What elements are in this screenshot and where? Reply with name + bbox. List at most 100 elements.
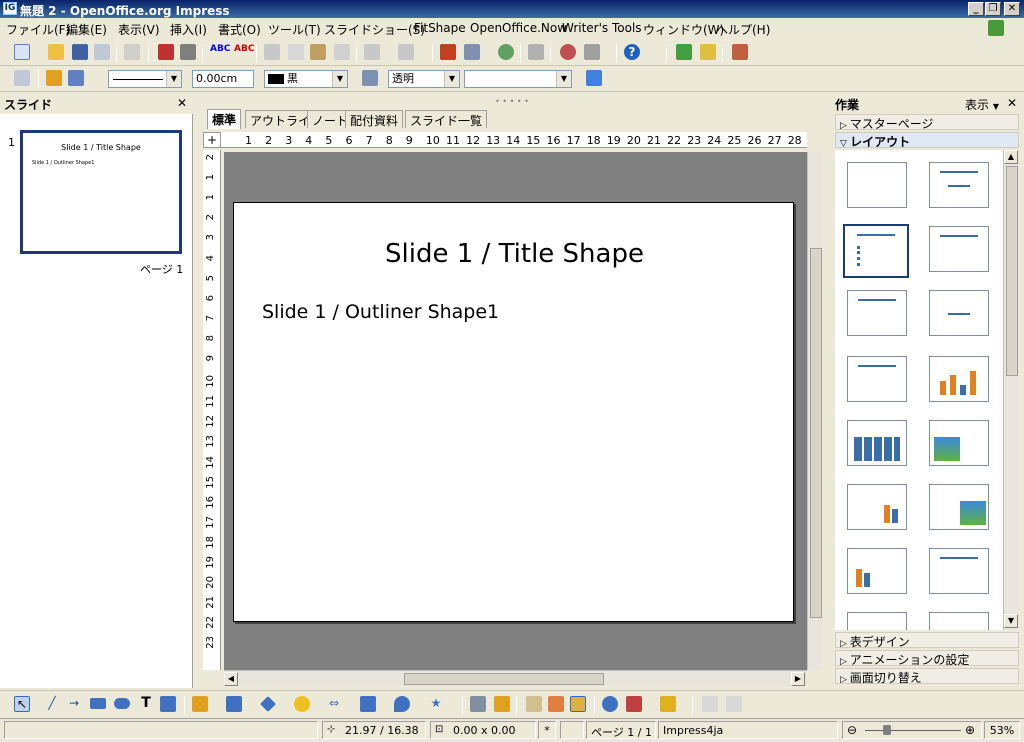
slideshow-icon[interactable] — [732, 44, 748, 60]
layout-title-text-clipart[interactable] — [929, 484, 989, 530]
area-fill-select[interactable]: ▼ — [464, 70, 572, 88]
maximize-button[interactable]: ❐ — [985, 2, 1001, 16]
horizontal-scrollbar[interactable]: ◀ ▶ — [224, 670, 807, 686]
area-fill-icon[interactable] — [362, 70, 378, 86]
layout-blank[interactable] — [847, 162, 907, 208]
chart-icon[interactable] — [440, 44, 456, 60]
fontwork-icon[interactable] — [526, 696, 542, 712]
from-file-icon[interactable] — [548, 696, 564, 712]
tasks-panel-close-icon[interactable]: ✕ — [1007, 96, 1017, 110]
open-folder-icon[interactable] — [48, 44, 64, 60]
scroll-left-icon[interactable]: ◀ — [224, 672, 238, 686]
layout-title-four[interactable] — [847, 612, 907, 630]
undo-icon[interactable] — [364, 44, 380, 60]
email-icon[interactable] — [94, 44, 110, 60]
callouts-icon[interactable] — [394, 696, 410, 712]
menu-insert[interactable]: 挿入(I) — [170, 21, 207, 38]
area-style-dropdown-icon[interactable]: ▼ — [444, 71, 459, 87]
help-icon[interactable]: ? — [624, 44, 640, 60]
layout-title-two-content[interactable] — [929, 226, 989, 272]
zoom-in-icon[interactable]: ⊕ — [965, 723, 975, 737]
extrusion-icon[interactable] — [702, 696, 718, 712]
menu-writers-tools[interactable]: Writer's Tools — [562, 21, 642, 35]
section-master-pages[interactable]: ▷ マスターページ — [835, 114, 1019, 131]
rotate-icon[interactable] — [602, 696, 618, 712]
tab-normal[interactable]: 標準 — [207, 109, 242, 129]
layout-scroll-up-icon[interactable]: ▲ — [1004, 150, 1018, 164]
zoom-slider-thumb[interactable] — [883, 725, 891, 735]
styles-icon[interactable] — [14, 70, 30, 86]
save-icon[interactable] — [72, 44, 88, 60]
menu-fitshape[interactable]: FitShape — [414, 21, 466, 35]
gallery-icon[interactable] — [570, 696, 586, 712]
select-arrow-icon[interactable]: ↖ — [14, 696, 30, 712]
navigator-globe-icon[interactable] — [498, 44, 514, 60]
layout-title-chart-text[interactable] — [847, 548, 907, 594]
tab-slide-sorter[interactable]: スライド一覧 — [405, 110, 488, 128]
layout-title-content[interactable] — [843, 224, 909, 278]
alignment-icon[interactable] — [626, 696, 642, 712]
layout-scrollbar[interactable]: ▲ ▼ — [1003, 150, 1019, 630]
menu-openoffice-now[interactable]: OpenOffice.Now — [470, 21, 567, 35]
slide-canvas[interactable]: Slide 1 / Title Shape Slide 1 / Outliner… — [224, 152, 807, 670]
arrow-style-icon[interactable] — [68, 70, 84, 86]
layout-title-table[interactable] — [847, 420, 907, 466]
zoom-out-icon[interactable]: ⊖ — [847, 723, 857, 737]
export-pdf-icon[interactable] — [158, 44, 174, 60]
line-color-dropdown-icon[interactable]: ▼ — [332, 71, 347, 87]
layout-title-only[interactable] — [929, 162, 989, 208]
scroll-right-icon[interactable]: ▶ — [791, 672, 805, 686]
horizontal-ruler[interactable]: 1 2 3 4 5 6 7 8 9 10 11 12 13 14 15 16 17 18 19 20 21 22 23 24 2… — [221, 132, 807, 148]
layout-title-centered[interactable] — [847, 290, 907, 336]
menu-view[interactable]: 表示(V) — [118, 21, 160, 38]
format-paintbrush-icon[interactable] — [334, 44, 350, 60]
vertical-ruler[interactable]: 2 1 1 2 3 4 5 6 7 8 9 10 11 12 13 14 15 16 17 18 19 20 21 22 23 — [203, 150, 221, 670]
layout-title-text[interactable] — [847, 356, 907, 402]
tasks-view-menu[interactable]: 表示 ▼ — [965, 96, 999, 113]
status-signature[interactable] — [560, 721, 584, 739]
layout-title-chart[interactable] — [929, 356, 989, 402]
curve-icon[interactable] — [192, 696, 208, 712]
status-modified[interactable]: * — [538, 721, 556, 739]
slides-panel-close-icon[interactable]: ✕ — [177, 96, 187, 110]
section-table-design[interactable]: ▷ 表デザイン — [835, 632, 1019, 649]
line-style-dropdown-icon[interactable]: ▼ — [166, 71, 181, 87]
symbol-shapes-icon[interactable] — [294, 696, 310, 712]
tab-handouts[interactable]: 配付資料 — [345, 110, 404, 128]
layout-scroll-down-icon[interactable]: ▼ — [1004, 614, 1018, 628]
print-icon[interactable] — [180, 44, 196, 60]
line-tool-icon[interactable]: ╱ — [44, 696, 60, 712]
spellcheck-icon[interactable]: ABC — [210, 44, 230, 60]
area-fill-dropdown-icon[interactable]: ▼ — [556, 71, 571, 87]
vertical-scrollbar[interactable] — [807, 152, 823, 670]
download-update-icon[interactable] — [988, 20, 1004, 36]
menu-help[interactable]: ヘルプ(H) — [716, 21, 770, 38]
impress-app-icon[interactable]: IG — [3, 2, 17, 15]
new-document-icon[interactable] — [14, 44, 30, 60]
zoom-slider[interactable]: ⊖ ⊕ — [842, 721, 982, 739]
shadow-icon[interactable] — [586, 70, 602, 86]
menu-file[interactable]: ファイル(F) — [6, 21, 70, 38]
menu-format[interactable]: 書式(O) — [218, 21, 261, 38]
redo-icon[interactable] — [398, 44, 414, 60]
layout-title-clipart-text[interactable] — [929, 420, 989, 466]
vertical-scroll-thumb[interactable] — [810, 248, 822, 618]
slide-body[interactable]: Slide 1 / Outliner Shape1 — [262, 301, 499, 323]
line-width-field[interactable]: 0.00cm — [192, 70, 254, 88]
layout-title-object-text[interactable] — [929, 548, 989, 594]
points-icon[interactable] — [470, 696, 486, 712]
line-color-select[interactable]: 黒 ▼ — [264, 70, 348, 88]
stars-icon[interactable]: ★ — [428, 696, 444, 712]
panel-grip[interactable]: • • • • • — [199, 97, 825, 107]
zoom-percent[interactable]: 53% — [984, 721, 1020, 739]
menu-window[interactable]: ウィンドウ(W) — [643, 21, 724, 38]
autospellcheck-icon[interactable]: ABC — [234, 44, 254, 60]
cut-icon[interactable] — [264, 44, 280, 60]
layout-title-six[interactable] — [929, 612, 989, 630]
close-button[interactable]: ✕ — [1004, 2, 1020, 16]
section-layouts[interactable]: ▽ レイアウト — [835, 132, 1019, 149]
block-arrows-icon[interactable]: ⇔ — [326, 696, 342, 712]
section-custom-animation[interactable]: ▷ アニメーションの設定 — [835, 650, 1019, 667]
ellipse-icon[interactable] — [114, 698, 130, 709]
basic-shapes-icon[interactable] — [260, 696, 276, 712]
